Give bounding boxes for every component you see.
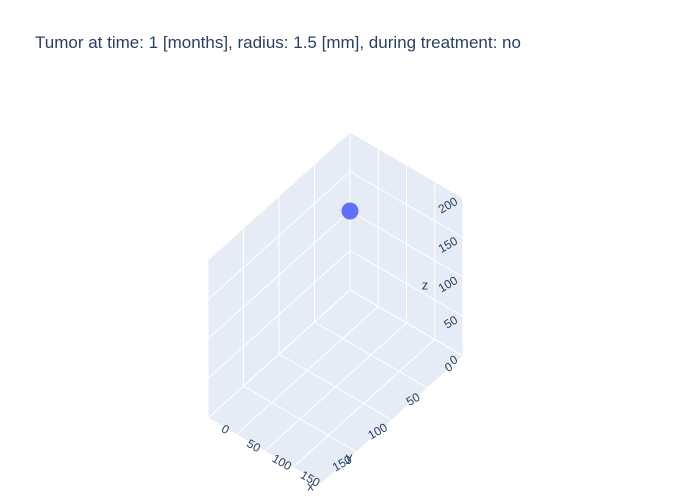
y-axis-title: y [346, 449, 353, 464]
data-point[interactable] [341, 202, 359, 220]
3d-scatter-plot[interactable]: 050100150050100150050100150200 xyz [0, 0, 700, 500]
data-points[interactable] [341, 202, 359, 220]
z-axis-title: z [422, 277, 429, 292]
x-axis-title: x [307, 478, 314, 493]
